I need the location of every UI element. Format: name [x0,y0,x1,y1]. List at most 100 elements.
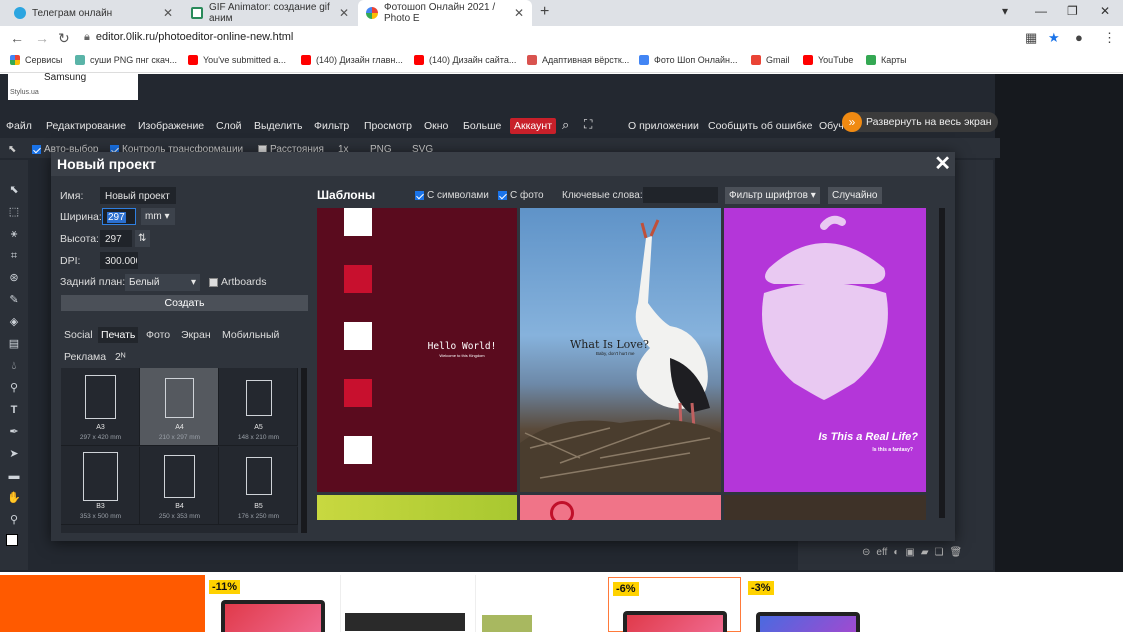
template-hello-world[interactable]: Hello World! Welcome to this Kingdom [317,208,517,492]
account-button[interactable]: Аккаунт [510,118,557,134]
tab-print[interactable]: Печать [98,327,139,343]
paper-option[interactable]: A4 210 x 297 mm [140,368,219,446]
hand-tool-icon[interactable]: ✋ [6,490,22,506]
menu-view[interactable]: Просмотр [364,120,412,132]
paper-option[interactable]: B4 250 x 353 mm [140,447,219,525]
bookmark-youtube[interactable]: YouTube [803,55,853,65]
tab-social[interactable]: Social [61,327,96,343]
keywords-input[interactable] [643,187,718,203]
close-icon[interactable]: ✕ [934,151,951,176]
star-icon[interactable]: ★ [1048,30,1060,46]
menu-image[interactable]: Изображение [138,120,204,132]
bookmark-maps[interactable]: Карты [866,55,907,65]
template-thumbnail[interactable] [520,495,721,520]
marquee-tool-icon[interactable]: ⬚ [6,204,22,220]
width-input[interactable]: 297 [102,208,136,225]
menu-kebab-icon[interactable]: ⋮ [1103,30,1116,46]
with-symbols-checkbox[interactable] [415,190,424,200]
tab-search-icon[interactable]: ▾ [1002,4,1008,18]
move-tool-icon[interactable]: ⬉ [6,182,22,198]
close-window-icon[interactable]: ✕ [1100,4,1110,18]
swap-dimensions-icon[interactable]: ⇅ [135,230,150,247]
ad-product[interactable]: -11% [205,575,335,632]
profile-icon[interactable]: ● [1075,30,1083,45]
reload-icon[interactable]: ↻ [58,30,70,47]
create-button[interactable]: Создать [61,295,308,311]
templates-scrollbar[interactable] [939,208,945,518]
with-symbols-option[interactable]: С символами [415,190,489,201]
crop-tool-icon[interactable]: ⌗ [6,248,22,264]
color-swatches-icon[interactable] [6,534,22,550]
paper-grid-scrollbar[interactable] [301,368,307,533]
bookmark-submitted[interactable]: You've submitted a... [188,55,286,65]
paper-option[interactable]: A5 148 x 210 mm [219,368,298,446]
menu-window[interactable]: Окно [424,120,448,132]
tab-photo[interactable]: Фото [143,327,173,343]
dpi-input[interactable]: 300.000 [100,252,138,269]
trash-icon[interactable]: 🗑︎ [950,547,963,558]
path-select-icon[interactable]: ➤ [6,446,22,462]
ad-product[interactable] [475,575,605,632]
paper-option[interactable]: B5 176 x 250 mm [219,447,298,525]
address-input[interactable]: 🔒︎ editor.0lik.ru/photoeditor-online-new.… [84,31,293,44]
menu-file[interactable]: Файл [6,120,32,132]
mask-icon[interactable]: ▣ [905,547,914,558]
bookmark-design-site[interactable]: (140) Дизайн сайта... [414,55,516,65]
paper-option[interactable]: A3 297 x 420 mm [61,368,140,446]
background-select[interactable]: Белый ▾ [125,274,200,291]
paper-option[interactable]: B3 353 x 500 mm [61,447,140,525]
menu-report-bug[interactable]: Сообщить об ошибке [708,120,812,132]
menu-filter[interactable]: Фильтр [314,120,349,132]
bookmark-gmail[interactable]: Gmail [751,55,790,65]
with-photo-checkbox[interactable] [498,190,507,200]
adjust-icon[interactable]: ◐ [893,547,899,558]
translate-icon[interactable]: ▦ [1025,30,1037,46]
text-tool-icon[interactable]: T [6,402,22,418]
ad-product[interactable]: -3% [744,575,877,632]
new-layer-icon[interactable]: ❏ [935,547,944,558]
menu-learn[interactable]: Обуч [819,120,844,132]
ad-product[interactable]: -6% [608,577,741,632]
template-thumbnail[interactable] [317,495,517,520]
new-tab-icon[interactable]: + [540,3,549,21]
close-tab-icon[interactable]: ✕ [163,6,173,20]
menu-select[interactable]: Выделить [254,120,302,132]
minimize-icon[interactable]: — [1035,4,1047,18]
bookmark-png[interactable]: суши PNG пнг скач... [75,55,177,65]
auto-select-checkbox[interactable] [32,144,41,154]
pen-tool-icon[interactable]: ✒ [6,424,22,440]
tab-screen[interactable]: Экран [178,327,214,343]
forward-icon[interactable]: → [35,30,49,46]
brush-tool-icon[interactable]: ✎ [6,292,22,308]
close-tab-icon[interactable]: ✕ [339,6,349,20]
folder-icon[interactable]: ▰ [921,547,929,558]
menu-more[interactable]: Больше [463,120,501,132]
tab-power-of-two[interactable]: 2ᴺ [112,349,128,365]
browser-tab-gif-animator[interactable]: GIF Animator: создание gif аним ✕ [183,0,357,26]
magic-wand-icon[interactable]: ⚹ [6,226,22,242]
browser-tab-photoshop[interactable]: Фотошоп Онлайн 2021 / Photo E ✕ [358,0,532,26]
maximize-icon[interactable]: ❐ [1067,4,1078,18]
menu-about[interactable]: О приложении [628,120,699,132]
close-tab-icon[interactable]: ✕ [514,6,524,20]
template-thumbnail[interactable] [724,495,926,520]
effects-icon[interactable]: eff [876,547,887,558]
menu-edit[interactable]: Редактирование [46,120,126,132]
fullscreen-icon[interactable]: ⛶ [584,117,592,132]
back-icon[interactable]: ← [10,30,24,46]
with-photo-option[interactable]: С фото [498,190,544,201]
gradient-tool-icon[interactable]: ▤ [6,336,22,352]
template-real-life[interactable]: Is This a Real Life? Is this a fantasy? [724,208,926,492]
bookmark-design-main[interactable]: (140) Дизайн главн... [301,55,403,65]
menu-layer[interactable]: Слой [216,120,242,132]
eraser-tool-icon[interactable]: ◈ [6,314,22,330]
blur-tool-icon[interactable]: 💧︎ [6,358,22,374]
link-icon[interactable]: ⊝ [862,547,870,558]
template-what-is-love[interactable]: What Is Love? Baby, don't hurt me [520,208,721,492]
search-icon[interactable]: ⌕ [562,117,569,133]
browser-tab-telegram[interactable]: Телеграм онлайн ✕ [6,0,181,26]
dodge-tool-icon[interactable]: ⚲ [6,380,22,396]
zoom-tool-icon[interactable]: ⚲ [6,512,22,528]
expand-fullscreen-button[interactable]: » Развернуть на весь экран [842,112,998,132]
height-input[interactable]: 297 [100,230,132,247]
